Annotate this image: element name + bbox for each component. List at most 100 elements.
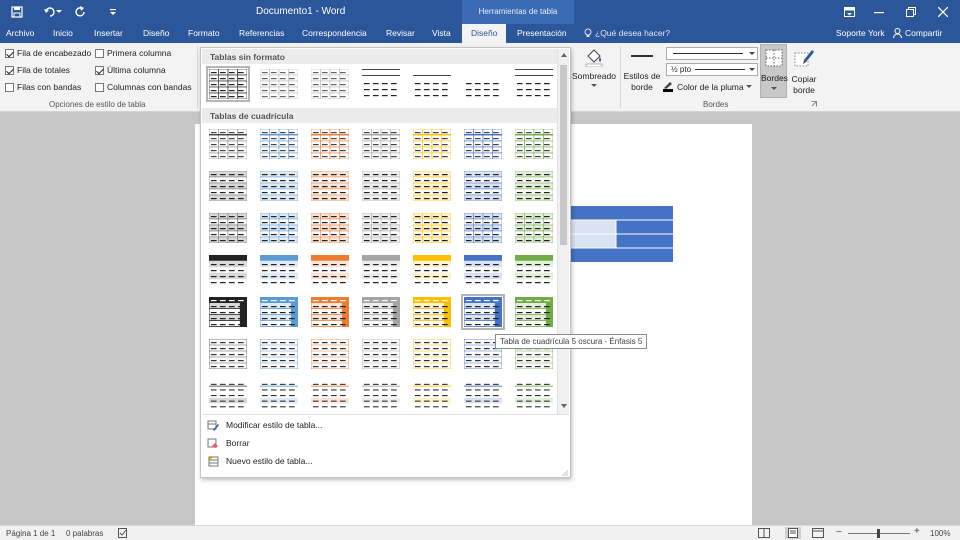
restore-icon[interactable] [902,3,920,21]
table-style-thumbnail[interactable] [308,126,352,162]
zoom-level[interactable]: 100% [930,529,950,538]
save-icon[interactable] [8,3,26,21]
line-style-dropdown[interactable] [666,47,758,60]
dialog-launcher-icon[interactable] [811,101,817,107]
table-style-thumbnail[interactable] [410,252,454,288]
borders-button[interactable]: Bordes [760,44,788,98]
new-table-style-item[interactable]: Nuevo estilo de tabla... [207,455,312,467]
table-style-thumbnail[interactable] [359,126,403,162]
table-style-thumbnail[interactable] [257,126,301,162]
undo-dropdown-icon[interactable] [54,3,64,21]
zoom-slider-handle[interactable] [877,529,880,538]
tab-insert[interactable]: Insertar [94,28,123,38]
table-style-thumbnail[interactable] [206,210,250,246]
modify-table-style-item[interactable]: Modificar estilo de tabla... [207,419,322,431]
redo-icon[interactable] [72,3,90,21]
table-style-thumbnail[interactable] [257,168,301,204]
table-style-thumbnail[interactable] [410,126,454,162]
tab-review[interactable]: Revisar [386,28,415,38]
table-style-thumbnail[interactable] [512,252,556,288]
table-style-thumbnail[interactable] [257,66,301,102]
table-style-thumbnail[interactable] [512,66,556,102]
word-count[interactable]: 0 palabras [66,529,103,538]
tell-me-box[interactable]: ¿Qué desea hacer? [584,28,670,38]
table-style-thumbnail[interactable] [308,252,352,288]
table-style-thumbnail[interactable] [410,210,454,246]
table-style-thumbnail[interactable] [257,378,301,412]
table-style-thumbnail[interactable] [308,336,352,372]
table-style-thumbnail[interactable] [257,252,301,288]
table-style-thumbnail[interactable] [206,168,250,204]
web-layout-icon[interactable] [812,528,824,538]
shading-button[interactable]: Sombreado [571,45,617,97]
zoom-out-icon[interactable]: − [836,528,842,538]
scroll-thumb[interactable] [560,65,567,245]
customize-toolbar-icon[interactable] [104,3,122,21]
print-layout-icon[interactable] [785,527,801,539]
table-style-thumbnail[interactable] [461,168,505,204]
table-style-thumbnail[interactable] [308,378,352,412]
table-style-thumbnail[interactable] [359,378,403,412]
table-style-thumbnail[interactable] [206,378,250,412]
table-style-thumbnail[interactable] [308,168,352,204]
table-style-thumbnail[interactable] [206,66,250,102]
tab-home[interactable]: Inicio [53,28,73,38]
line-weight-dropdown[interactable]: ½ pto [666,63,758,76]
table-style-thumbnail[interactable] [359,66,403,102]
table-style-thumbnail[interactable] [410,336,454,372]
table-style-thumbnail[interactable] [206,294,250,330]
table-style-thumbnail[interactable] [461,252,505,288]
tab-design[interactable]: Diseño [143,28,169,38]
scroll-down-icon[interactable] [561,404,567,408]
proofing-icon[interactable] [118,528,128,538]
border-styles-button[interactable]: Estilos de borde [622,45,662,97]
read-mode-icon[interactable] [758,528,770,538]
table-style-thumbnail[interactable] [461,126,505,162]
tab-mailings[interactable]: Correspondencia [302,28,367,38]
scroll-up-icon[interactable] [561,53,567,57]
table-style-thumbnail[interactable] [206,252,250,288]
last-column-checkbox[interactable]: Última columna [95,65,166,75]
zoom-in-icon[interactable]: + [914,527,920,537]
tab-layout[interactable]: Formato [188,28,220,38]
table-style-thumbnail[interactable] [512,168,556,204]
table-style-thumbnail[interactable] [410,66,454,102]
table-style-thumbnail[interactable] [512,294,556,330]
table-style-thumbnail[interactable] [206,126,250,162]
table-style-thumbnail[interactable] [461,210,505,246]
total-row-checkbox[interactable]: Fila de totales [5,65,70,75]
gallery-scrollbar[interactable] [557,49,569,414]
tab-view[interactable]: Vista [432,28,451,38]
clear-style-item[interactable]: Borrar [207,437,250,449]
table-style-thumbnail[interactable] [308,294,352,330]
table-style-thumbnail[interactable] [206,336,250,372]
page-count[interactable]: Página 1 de 1 [6,529,55,538]
tab-file[interactable]: Archivo [6,28,34,38]
border-painter-button[interactable]: Copiar borde [789,45,819,97]
table-style-thumbnail[interactable] [308,210,352,246]
table-styles-gallery[interactable]: Tablas sin formato Tablas de cuadrícula … [200,47,571,478]
table-style-thumbnail[interactable] [359,252,403,288]
pen-color-button[interactable]: Color de la pluma [663,82,752,92]
table-style-thumbnail[interactable] [359,336,403,372]
share-button[interactable]: Compartir [893,28,942,38]
table-style-thumbnail[interactable] [359,168,403,204]
table-style-thumbnail[interactable] [410,294,454,330]
account-name[interactable]: Soporte York [836,28,885,38]
table-style-thumbnail[interactable] [461,378,505,412]
header-row-checkbox[interactable]: Fila de encabezado [5,48,91,58]
tab-table-design[interactable]: Diseño [462,24,507,43]
minimize-icon[interactable] [870,3,888,21]
table-style-thumbnail[interactable] [257,294,301,330]
resize-grip-icon[interactable] [562,470,568,476]
table-style-thumbnail[interactable] [461,66,505,102]
table-style-thumbnail[interactable] [410,168,454,204]
ribbon-display-options-icon[interactable] [840,3,858,21]
table-style-thumbnail[interactable] [410,378,454,412]
table-style-thumbnail[interactable] [461,294,505,330]
table-style-thumbnail[interactable] [359,294,403,330]
table-style-thumbnail[interactable] [308,66,352,102]
banded-rows-checkbox[interactable]: Filas con bandas [5,82,81,92]
table-style-thumbnail[interactable] [359,210,403,246]
first-column-checkbox[interactable]: Primera columna [95,48,171,58]
